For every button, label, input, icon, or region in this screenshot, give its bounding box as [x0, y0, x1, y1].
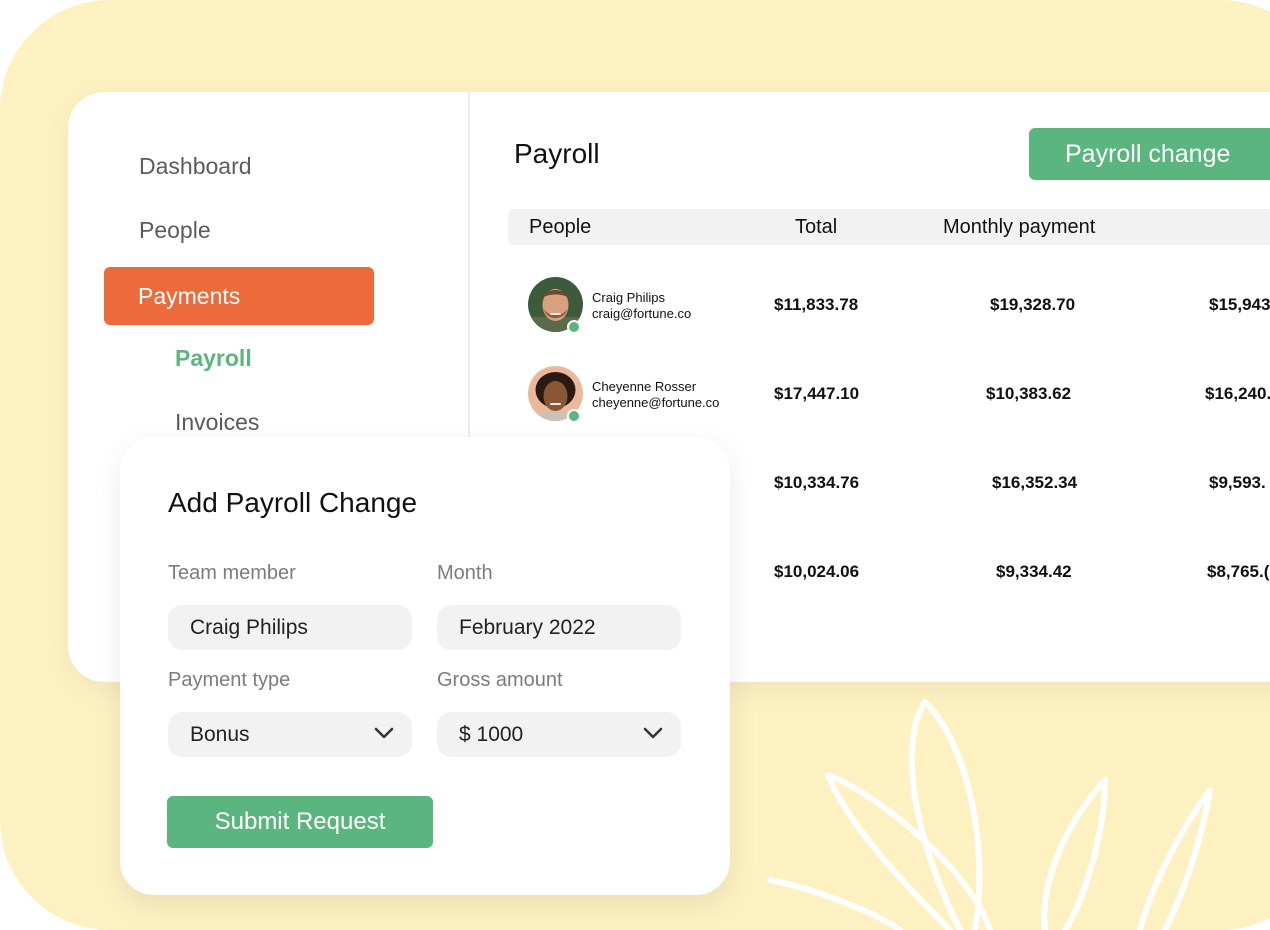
payroll-change-button[interactable]: Payroll change [1029, 128, 1270, 180]
payment-type-select[interactable]: Bonus [168, 712, 412, 757]
avatar [528, 277, 583, 334]
chevron-down-icon [643, 727, 663, 739]
column-header-total: Total [795, 216, 838, 238]
extra-cell: $9,593. [1209, 473, 1266, 492]
monthly-payment-cell: $16,352.34 [992, 473, 1078, 492]
sidebar-subitem-payroll[interactable]: Payroll [175, 345, 252, 372]
table-row[interactable]: Craig Philips craig@fortune.co $11,833.7… [470, 277, 1270, 337]
total-cell: $11,833.78 [774, 295, 859, 314]
gross-amount-label: Gross amount [437, 669, 563, 691]
month-field[interactable]: February 2022 [437, 605, 681, 650]
sidebar-item-dashboard[interactable]: Dashboard [139, 153, 252, 180]
sidebar-subitem-invoices[interactable]: Invoices [175, 409, 259, 436]
team-member-label: Team member [168, 562, 296, 584]
monthly-payment-cell: $10,383.62 [986, 384, 1072, 403]
monthly-payment-cell: $19,328.70 [990, 295, 1076, 314]
payment-type-value: Bonus [190, 723, 250, 746]
page-title: Payroll [514, 138, 600, 169]
modal-title: Add Payroll Change [168, 487, 418, 518]
table-row[interactable]: Cheyenne Rosser cheyenne@fortune.co $17,… [470, 366, 1270, 426]
total-cell: $10,024.06 [774, 562, 860, 581]
person-email: craig@fortune.co [592, 306, 692, 321]
monthly-payment-cell: $9,334.42 [996, 562, 1072, 581]
month-label: Month [437, 562, 493, 584]
person-email: cheyenne@fortune.co [592, 395, 720, 410]
chevron-down-icon [374, 727, 394, 739]
payment-type-label: Payment type [168, 669, 291, 691]
online-status-icon [567, 320, 581, 334]
gross-amount-value: $ 1000 [459, 723, 524, 746]
add-payroll-change-modal: Add Payroll Change Team member Craig Phi… [120, 437, 730, 895]
extra-cell: $16,240. [1205, 384, 1270, 403]
table-header: People Total Monthly payment [508, 209, 1270, 245]
extra-cell: $15,943 [1209, 295, 1270, 314]
submit-request-button[interactable]: Submit Request [167, 796, 433, 848]
column-header-monthly-payment: Monthly payment [943, 216, 1096, 238]
online-status-icon [567, 409, 581, 423]
extra-cell: $8,765.( [1207, 562, 1270, 581]
team-member-field[interactable]: Craig Philips [168, 605, 412, 650]
total-cell: $10,334.76 [774, 473, 860, 492]
sidebar-item-payments[interactable]: Payments [104, 267, 374, 325]
sidebar-item-people[interactable]: People [139, 217, 211, 244]
avatar [528, 366, 583, 423]
column-header-people: People [529, 216, 592, 238]
person-name: Craig Philips [592, 290, 665, 305]
leaf-doodle-decoration [767, 699, 1213, 930]
person-name: Cheyenne Rosser [592, 379, 697, 394]
gross-amount-select[interactable]: $ 1000 [437, 712, 681, 757]
total-cell: $17,447.10 [774, 384, 860, 403]
